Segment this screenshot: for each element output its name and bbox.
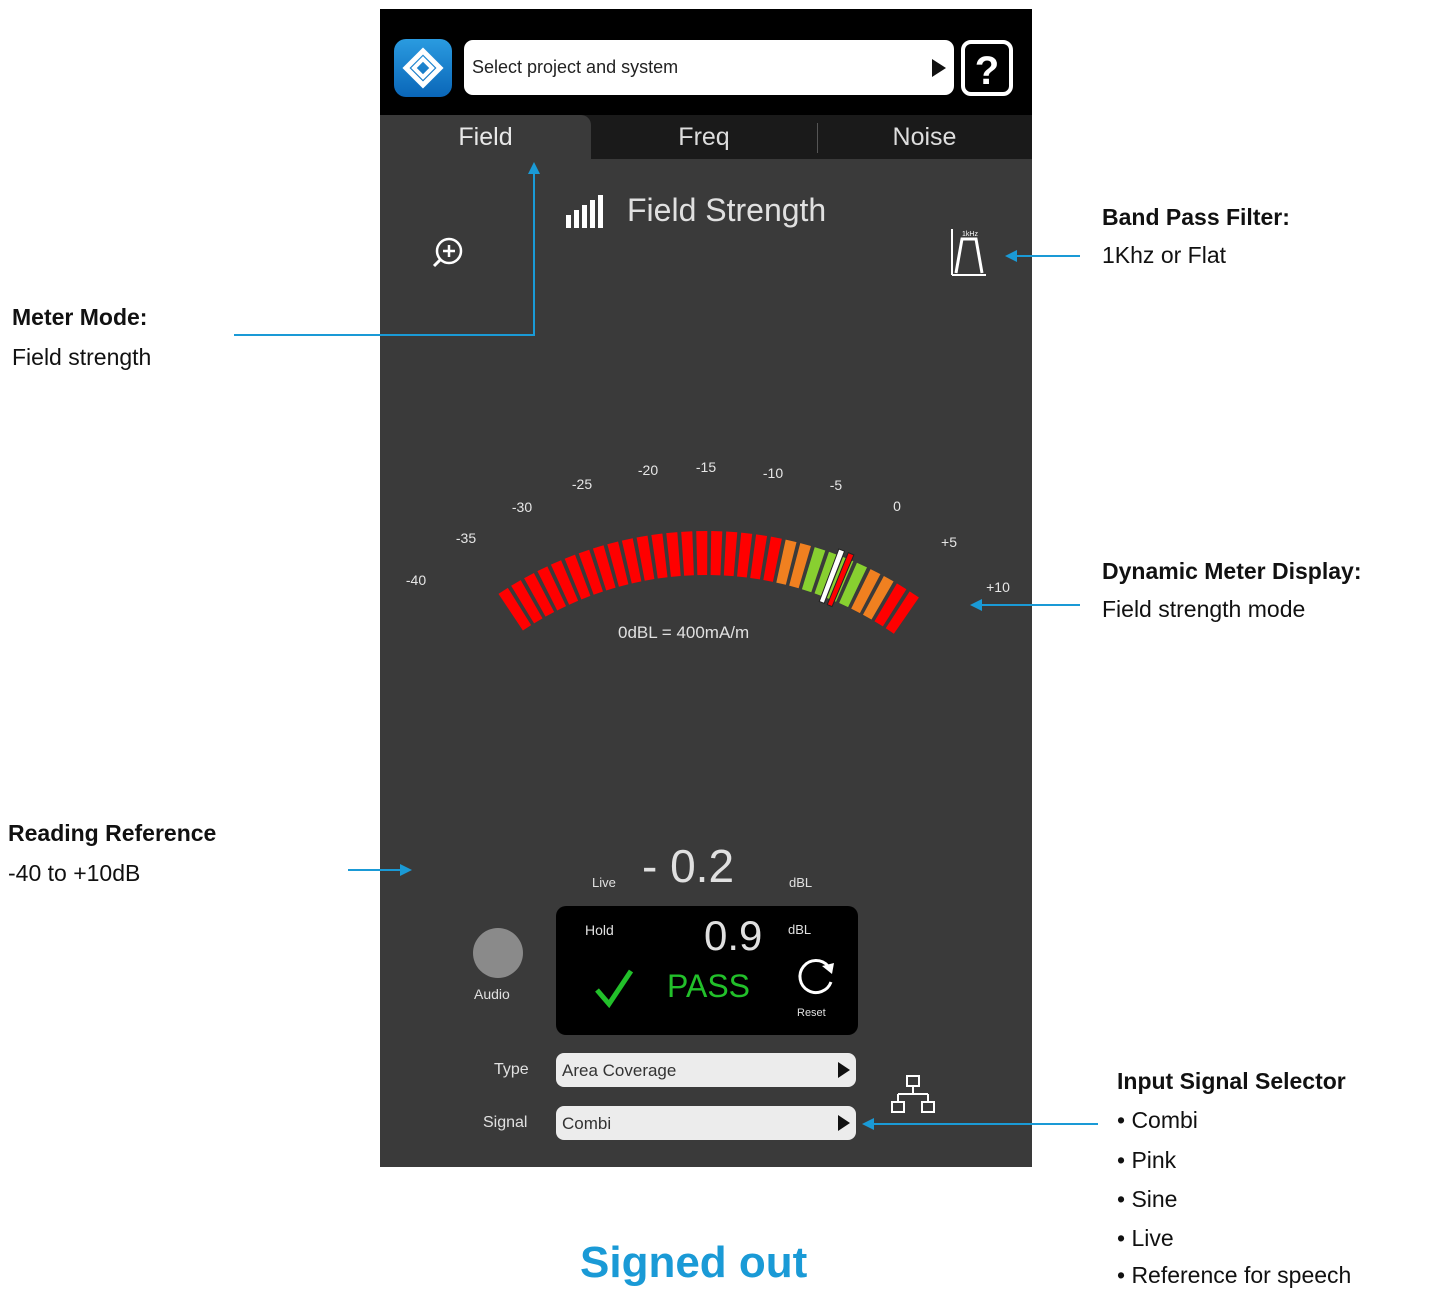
input-signal-item: • Combi [1117, 1107, 1198, 1133]
meter-mode-title: Meter Mode: [12, 304, 148, 330]
meter-mode-body: Field strength [12, 344, 152, 370]
reading-reference-title: Reading Reference [8, 820, 217, 846]
dynamic-meter-body: Field strength mode [1102, 596, 1306, 622]
input-signal-item: • Sine [1117, 1186, 1178, 1212]
band-pass-title: Band Pass Filter: [1102, 204, 1290, 230]
input-signal-item: • Live [1117, 1225, 1174, 1251]
input-signal-item: • Reference for speech [1117, 1262, 1352, 1288]
reading-reference-body: -40 to +10dB [8, 860, 141, 886]
signed-out-status: Signed out [580, 1238, 808, 1287]
dynamic-meter-title: Dynamic Meter Display: [1102, 558, 1362, 584]
input-signal-title: Input Signal Selector [1117, 1068, 1346, 1094]
input-signal-item: • Pink [1117, 1147, 1177, 1173]
callout-lines [234, 162, 1098, 1130]
band-pass-body: 1Khz or Flat [1102, 242, 1226, 268]
